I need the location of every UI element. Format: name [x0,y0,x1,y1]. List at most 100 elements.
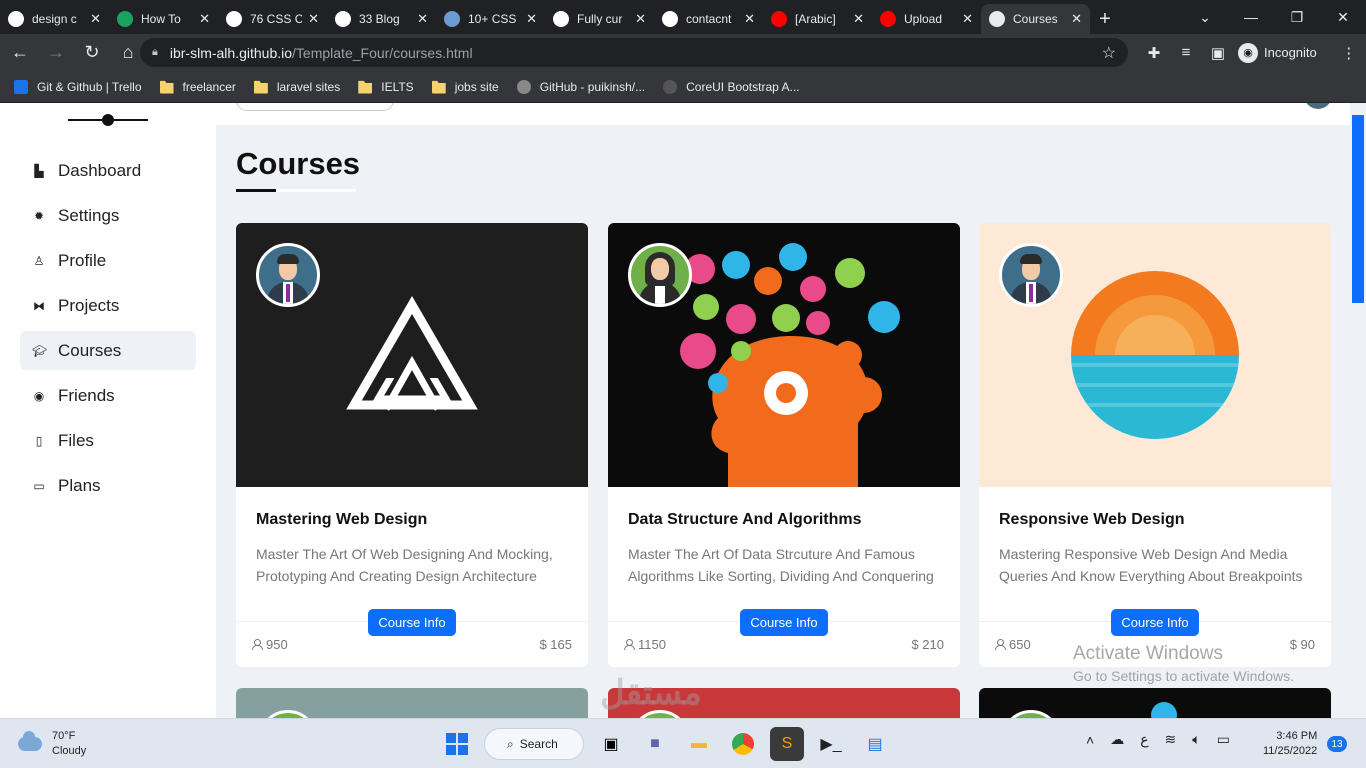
medium-icon [335,11,351,27]
close-window-icon[interactable]: ✕ [1320,9,1366,26]
forward-icon[interactable]: → [40,37,72,69]
user-icon: ♙ [33,253,45,268]
taskbar-search[interactable]: ⌕ Search [484,728,584,760]
menu-icon[interactable]: ⋮ [1333,44,1365,62]
bookmark-item[interactable]: jobs site [431,80,499,94]
notepad-icon[interactable]: ▤ [858,727,892,761]
sidebar-item-projects[interactable]: ⧓ Projects [20,286,196,325]
sidebar-item-label: Courses [58,340,122,360]
circle-user-icon: ◉ [33,388,45,403]
back-icon[interactable]: ← [4,37,36,69]
minimize-icon[interactable]: — [1228,9,1274,25]
notification-badge[interactable]: 13 [1327,736,1347,752]
students-count: 650 [995,637,1031,652]
sidebar-item-label: Files [58,430,94,450]
sidebar-item-profile[interactable]: ♙ Profile [20,241,196,280]
browser-tab[interactable]: 33 Blog ✕ [327,4,436,34]
course-info-button[interactable]: Course Info [368,609,456,636]
bookmark-item[interactable]: laravel sites [253,80,340,94]
sublime-icon[interactable]: S [770,727,804,761]
user-icon [624,639,635,650]
clock[interactable]: 3:46 PM 11/25/2022 [1263,729,1317,759]
sidebar-item-dashboard[interactable]: ▙ Dashboard [20,151,196,190]
bookmark-label: CoreUI Bootstrap A... [686,79,800,94]
weather-widget[interactable]: 70°F Cloudy [18,729,86,759]
close-tab-icon[interactable]: ✕ [1071,11,1082,27]
course-title: Responsive Web Design [999,511,1185,528]
start-icon[interactable] [440,727,474,761]
bookmark-item[interactable]: Git & Github | Trello [14,79,142,94]
activate-subtitle: Go to Settings to activate Windows. [1073,668,1294,684]
course-info-button[interactable]: Course Info [740,609,828,636]
course-info-button[interactable]: Course Info [1111,609,1199,636]
course-card-next [979,688,1331,718]
onedrive-icon[interactable]: ☁ [1110,731,1124,748]
search-input[interactable] [236,103,394,111]
bookmark-star-icon[interactable]: ☆ [1102,43,1116,63]
incognito-label: Incognito [1264,45,1317,60]
course-price: $ 165 [539,637,572,652]
sidebar-item-settings[interactable]: ✹ Settings [20,196,196,235]
instructor-avatar [999,243,1063,307]
browser-tab[interactable]: contacnt ✕ [654,4,763,34]
browser-tab[interactable]: Fully cur ✕ [545,4,654,34]
close-tab-icon[interactable]: ✕ [744,11,755,27]
address-bar[interactable]: 🔒︎ ibr-slm-alh.github.io/Template_Four/c… [140,38,1128,67]
restore-icon[interactable]: ❐ [1274,9,1320,26]
new-tab-icon[interactable]: + [1090,4,1120,34]
terminal-icon[interactable]: ▶_ [814,727,848,761]
course-card: Data Structure And Algorithms Master The… [608,223,960,667]
browser-tab[interactable]: 10+ CSS ✕ [436,4,545,34]
side-panel-icon[interactable]: ▣ [1202,44,1234,62]
sidebar-item-files[interactable]: ▯ Files [20,421,196,460]
close-tab-icon[interactable]: ✕ [308,11,319,27]
close-tab-icon[interactable]: ✕ [199,11,210,27]
codepen-icon [553,11,569,27]
browser-tab[interactable]: Upload ✕ [872,4,981,34]
sidebar-item-courses[interactable]: 🎓︎ Courses [20,331,196,370]
close-tab-icon[interactable]: ✕ [417,11,428,27]
chevron-up-icon[interactable]: ˄ [1086,732,1094,748]
extensions-icon[interactable]: ✚ [1138,44,1170,62]
bookmark-item[interactable]: CoreUI Bootstrap A... [663,79,800,94]
scrollbar-thumb[interactable] [1352,115,1364,303]
header-avatar[interactable] [1304,103,1332,109]
browser-tab[interactable]: [Arabic] ✕ [763,4,872,34]
bookmark-item[interactable]: freelancer [159,79,236,94]
url-host: ibr-slm-alh.github.io [169,44,293,61]
chrome-icon[interactable] [726,727,760,761]
bookmark-item[interactable]: IELTS [358,80,414,94]
bookmark-label: freelancer [182,79,236,94]
sidebar-item-plans[interactable]: ▭ Plans [20,466,196,505]
close-tab-icon[interactable]: ✕ [962,11,973,27]
browser-tab[interactable]: 76 CSS C ✕ [218,4,327,34]
bookmark-item[interactable]: GitHub - puikinsh/... [516,79,645,94]
students-value: 1150 [638,637,666,652]
close-tab-icon[interactable]: ✕ [526,11,537,27]
graduation-cap-icon: 🎓︎ [32,343,48,358]
close-tab-icon[interactable]: ✕ [90,11,101,27]
students-count: 950 [252,637,288,652]
scrollbar[interactable] [1350,103,1366,718]
task-view-icon[interactable]: ▣ [594,727,628,761]
volume-icon[interactable]: 🔈︎ [1192,731,1200,748]
teams-icon[interactable]: ■ [638,727,672,761]
close-tab-icon[interactable]: ✕ [635,11,646,27]
battery-icon[interactable]: ▭ [1217,731,1230,748]
chevron-down-icon[interactable]: ⌄ [1182,9,1228,26]
decor-circle [1151,702,1177,718]
browser-tab[interactable]: design c ✕ [0,4,109,34]
incognito-badge[interactable]: ◉ Incognito [1238,42,1317,63]
browser-tab[interactable]: Courses ✕ [981,4,1090,34]
language-indicator[interactable]: ع [1140,731,1148,748]
close-tab-icon[interactable]: ✕ [853,11,864,27]
browser-tab[interactable]: How To ✕ [109,4,218,34]
sidebar-item-friends[interactable]: ◉ Friends [20,376,196,415]
doc-icon [444,11,460,27]
reload-icon[interactable]: ↻ [76,37,108,69]
sidebar-item-label: Dashboard [58,160,142,180]
wifi-icon[interactable]: ≋ [1165,731,1177,748]
media-icon[interactable]: ≡ [1170,44,1202,61]
globe-icon [989,11,1005,27]
file-explorer-icon[interactable]: ▬ [682,727,716,761]
